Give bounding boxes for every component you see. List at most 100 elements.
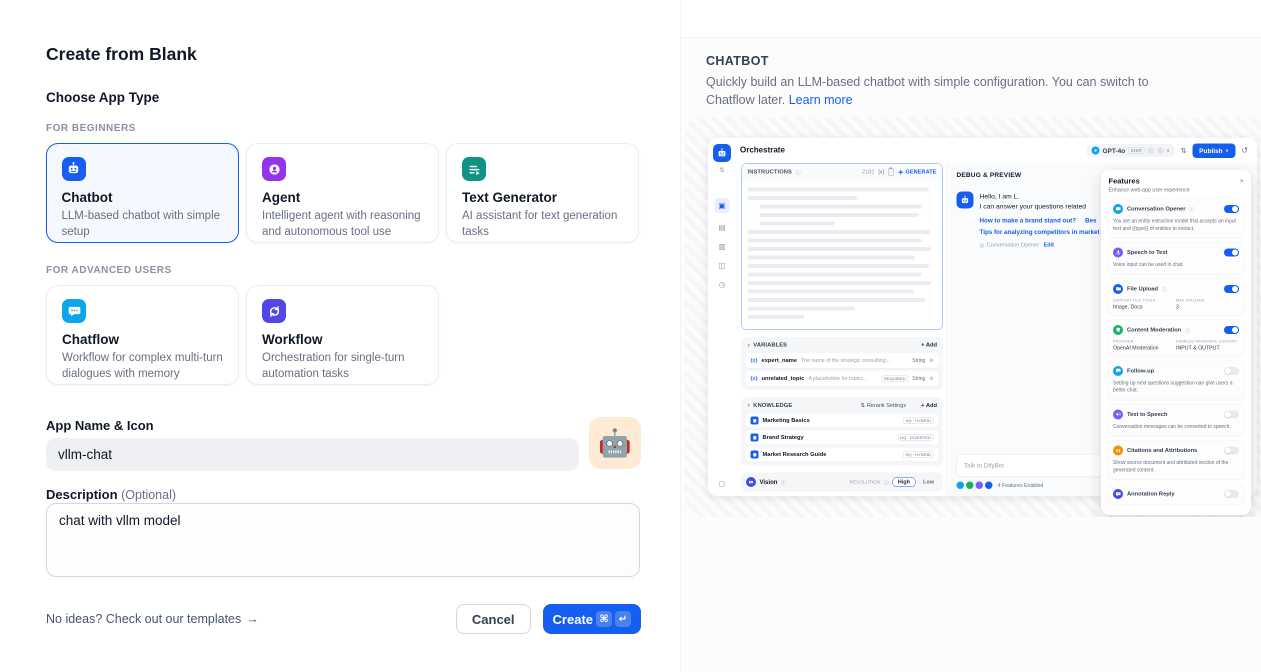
toggle-on [1224,285,1239,293]
detail-description: Quickly build an LLM-based chatbot with … [706,73,1156,109]
chatbot-preview-illustration: ⇅ ▣ ▤ ▥ ◫ ◷ ◻ Orchestrate [685,117,1261,517]
document-icon [751,451,759,459]
learn-more-link[interactable]: Learn more [789,93,853,107]
model-param-icon [1157,147,1164,154]
document-icon [751,434,759,442]
info-icon: ⓘ [884,478,889,486]
robot-emoji-icon: 🤖 [598,427,632,459]
instructions-title: INSTRUCTIONS [748,169,793,175]
description-label: Description (Optional) [46,487,176,502]
advanced-cards-row: Chatflow Workflow for complex multi-turn… [46,285,439,385]
info-icon: ⓘ [1185,326,1190,333]
knowledge-section: ∨ KNOWLEDGE ⇅ Rerank Settings + Add [741,397,943,466]
add-variable-button: + Add [921,342,937,348]
card-desc: LLM-based chatbot with simple setup [62,208,224,241]
choose-app-type-label: Choose App Type [46,90,159,105]
preview-nav-icons: ▣ ▤ ▥ ◫ ◷ [715,198,730,289]
add-knowledge-button: + Add [921,402,937,408]
variable-row: {x} unrelated_topic A placeholder for to… [746,371,939,386]
card-desc: Intelligent agent with reasoning and aut… [262,208,423,241]
moderation-feature-dot-icon [966,482,974,490]
feature-card-speech-to-text: Speech to Text Voice input can be used i… [1107,242,1245,274]
enter-key-icon: ↵ [615,611,631,627]
feature-card-citations: Citations and Attributions Show source d… [1107,440,1245,480]
char-count: 2182 [862,169,874,175]
knowledge-row: Market Research Guide HQ · HYBRID [746,448,939,462]
agent-icon [262,157,286,181]
info-icon: ⓘ [1189,206,1194,213]
feature-card-file-upload: File Upload ⓘ SUPPORT FILE TYPES Image, … [1107,278,1245,315]
card-title: Chatbot [62,190,224,205]
card-title: Agent [262,190,423,205]
chevron-down-icon: ∨ [1167,148,1170,154]
app-type-card-agent[interactable]: Agent Intelligent agent with reasoning a… [246,143,439,243]
toggle-off [1224,490,1239,498]
history-icon: ↺ [1241,146,1248,156]
detail-top-strip [681,0,1261,38]
templates-link[interactable]: No ideas? Check out our templates → [46,612,259,626]
card-title: Chatflow [62,332,223,347]
page-title: Create from Blank [46,44,197,65]
feature-card-text-to-speech: Text to Speech Conversation messages can… [1107,404,1245,436]
chat-bubble-icon [1113,204,1123,214]
toggle-off [1224,447,1239,455]
features-panel: Features × Enhance web-app user experien… [1101,170,1251,515]
speech-feature-dot-icon [976,482,984,490]
info-icon: ⓘ [781,478,786,486]
app-name-input[interactable] [46,438,579,471]
preview-title: Orchestrate [740,146,785,155]
card-title: Workflow [262,332,423,347]
instructions-panel: INSTRUCTIONS ⓘ 2182 [x] GENERATE [741,163,943,330]
card-desc: Workflow for complex multi-turn dialogue… [62,350,223,383]
app-type-card-chatbot[interactable]: Chatbot LLM-based chatbot with simple se… [46,143,239,243]
knowledge-row: Brand Strategy HQ · INVERTED [746,431,939,445]
app-type-detail-panel: CHATBOT Quickly build an LLM-based chatb… [680,0,1261,672]
model-selector: ∗ GPT-4o CHAT ∨ [1086,144,1174,157]
document-icon [751,417,759,425]
opener-feature-dot-icon [957,482,965,490]
suggestion-link: How to make a brand stand out? [980,217,1077,224]
optional-hint: (Optional) [121,488,176,502]
detail-heading: CHATBOT [706,54,769,68]
folder-icon [1113,284,1123,294]
variable-row: {x} expert_name The name of the strategi… [746,353,939,368]
chatbot-icon [62,157,86,181]
card-desc: Orchestration for single-turn automation… [262,350,423,383]
chevron-down-icon: ∨ [747,342,750,348]
description-textarea[interactable] [46,503,640,577]
quote-icon [1113,446,1123,456]
suggestion-link: Tips for analyzing competitors in market [980,228,1100,235]
chevron-down-icon: ∨ [747,403,750,409]
cmd-key-icon: ⌘ [596,611,612,627]
chat-mode-badge: CHAT [1128,147,1144,154]
arrow-right-icon: → [246,612,259,626]
tune-settings-icon: ⇅ [1181,146,1187,155]
rerank-settings-button: ⇅ Rerank Settings [860,402,906,409]
app-icon-button[interactable]: 🤖 [589,417,641,469]
cancel-button[interactable]: Cancel [456,604,531,634]
variable-icon: {x} [751,376,758,382]
variables-section: ∨ VARIABLES + Add {x} expert_name The na… [741,337,943,390]
app-type-card-workflow[interactable]: Workflow Orchestration for single-turn a… [246,285,439,385]
resolution-low-chip: Low [919,478,938,487]
modal-footer: No ideas? Check out our templates → Canc… [46,604,641,634]
create-button[interactable]: Create ⌘ ↵ [543,604,641,634]
feature-card-annotation-reply: Annotation Reply [1107,484,1245,505]
suggestion-link: Bes [1085,217,1096,224]
workflow-icon [262,299,286,323]
eye-icon [746,477,756,487]
advanced-section-label: FOR ADVANCED USERS [46,265,172,276]
chatflow-icon [62,299,86,323]
preview-app-avatar-icon [713,144,731,162]
app-type-card-text-generator[interactable]: Text Generator AI assistant for text gen… [446,143,639,243]
knowledge-row: Marketing Basics HQ · HYBRID [746,414,939,428]
feature-card-follow-up: Follow-up Setting up next questions sugg… [1107,360,1245,400]
toggle-off [1224,367,1239,375]
feature-card-conversation-opener: Conversation Opener ⓘ You are an entity … [1107,199,1245,239]
info-icon: ⓘ [796,168,801,176]
app-type-card-chatflow[interactable]: Chatflow Workflow for complex multi-turn… [46,285,239,385]
vision-section: Vision ⓘ RESOLUTION ⓘ High Low [741,473,943,492]
toggle-off [1224,410,1239,418]
index-mode-badge: HQ · INVERTED [898,434,934,441]
publish-button: Publish ∨ [1193,143,1236,158]
